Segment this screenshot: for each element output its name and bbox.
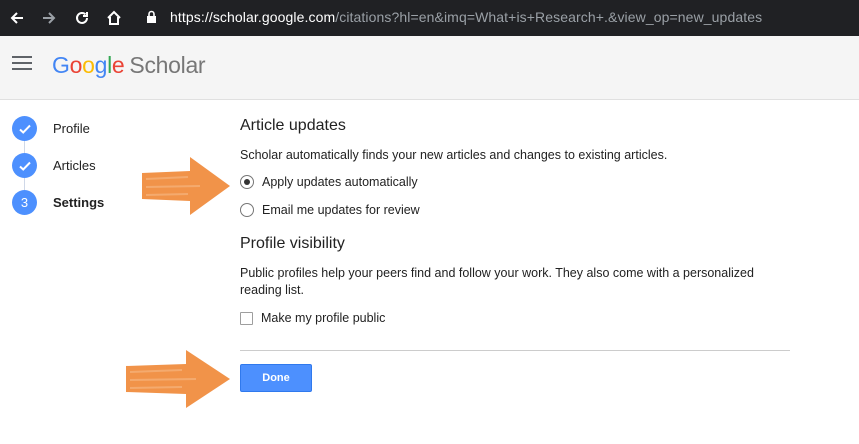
article-updates-description: Scholar automatically finds your new art… [240, 148, 668, 162]
step-label: Articles [53, 158, 96, 173]
radio-button-selected[interactable] [240, 175, 254, 189]
checkmark-icon [12, 116, 37, 141]
radio-email-for-review[interactable]: Email me updates for review [240, 203, 420, 217]
google-scholar-logo[interactable]: Google Scholar [52, 52, 206, 79]
profile-visibility-heading: Profile visibility [240, 235, 345, 252]
radio-label: Apply updates automatically [262, 175, 418, 189]
checkmark-icon [12, 153, 37, 178]
step-articles[interactable]: Articles [12, 153, 96, 178]
radio-label: Email me updates for review [262, 203, 420, 217]
article-updates-heading: Article updates [240, 117, 346, 134]
scholar-header: Google Scholar [0, 36, 859, 100]
lock-icon [146, 10, 157, 29]
logo-letter: o [82, 52, 95, 78]
radio-button[interactable] [240, 203, 254, 217]
logo-letter: e [111, 52, 125, 78]
back-arrow-icon[interactable] [6, 7, 28, 29]
logo-letter: o [69, 52, 83, 78]
step-settings[interactable]: 3 Settings [12, 190, 104, 215]
radio-apply-automatically[interactable]: Apply updates automatically [240, 175, 418, 189]
step-label: Settings [53, 195, 105, 210]
step-connector [24, 178, 25, 190]
step-number: 3 [12, 190, 37, 215]
profile-visibility-description: Public profiles help your peers find and… [240, 266, 754, 297]
logo-product: Scholar [129, 52, 206, 78]
logo-letter: G [52, 52, 70, 78]
make-profile-public-row[interactable]: Make my profile public [240, 311, 385, 325]
url-path: /citations?hl=en&imq=What+is+Research+.&… [335, 9, 763, 25]
divider [240, 350, 790, 351]
reload-icon[interactable] [71, 7, 93, 29]
logo-letter: g [94, 52, 108, 78]
browser-toolbar: https://scholar.google.com/citations?hl=… [0, 0, 859, 36]
url-host: https://scholar.google.com [170, 9, 336, 25]
home-icon[interactable] [103, 7, 125, 29]
forward-arrow-icon[interactable] [38, 7, 60, 29]
checkbox-label: Make my profile public [261, 311, 386, 325]
address-bar[interactable]: https://scholar.google.com/citations?hl=… [170, 9, 762, 25]
step-profile[interactable]: Profile [12, 116, 90, 141]
make-profile-public-checkbox[interactable] [240, 311, 253, 325]
step-label: Profile [53, 121, 90, 136]
annotation-arrow-icon [142, 157, 230, 215]
menu-icon[interactable] [12, 56, 32, 74]
done-button[interactable]: Done [240, 364, 312, 392]
annotation-arrow-icon [126, 350, 230, 408]
